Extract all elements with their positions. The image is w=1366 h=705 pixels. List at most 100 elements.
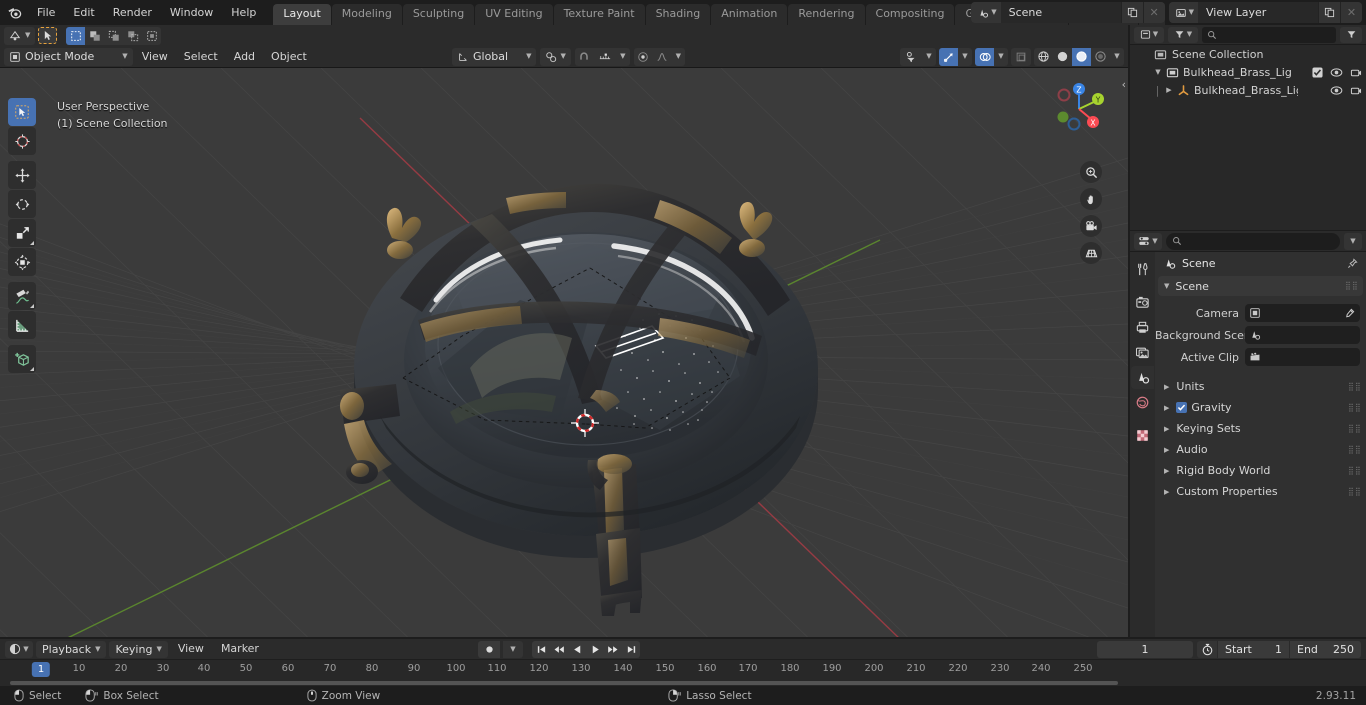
menu-file[interactable]: File (28, 3, 64, 22)
camera-field[interactable] (1245, 304, 1360, 322)
viewport-menu-select[interactable]: Select (177, 48, 225, 66)
proportional-editing-group[interactable]: ▼ (633, 47, 685, 66)
workspace-tab-texture-paint[interactable]: Texture Paint (553, 4, 645, 25)
blender-logo-icon[interactable] (0, 0, 28, 25)
chevron-down-icon[interactable]: ▼ (958, 48, 972, 66)
rendered-icon[interactable] (1091, 48, 1110, 66)
workspace-tab-uv-editing[interactable]: UV Editing (475, 4, 553, 25)
timeline-menu-view[interactable]: View (171, 640, 211, 658)
orthographic-grid-icon[interactable] (1080, 242, 1102, 264)
object-mode-selector[interactable]: Object Mode ▼ (4, 47, 133, 66)
camera-render-icon[interactable] (1350, 85, 1362, 96)
properties-tab-view-layer[interactable] (1131, 341, 1154, 364)
active-tool-indicator[interactable] (38, 27, 58, 44)
workspace-tab-layout[interactable]: Layout (273, 4, 331, 25)
properties-editor-type-icon[interactable]: ▼ (1134, 232, 1162, 250)
chevron-down-icon[interactable]: ▼ (672, 48, 685, 66)
section-units[interactable]: ▶ Units ⣿⣿ (1155, 376, 1366, 397)
chevron-down-icon[interactable]: ▼ (994, 48, 1008, 66)
timeline-menu-keying[interactable]: Keying ▼ (109, 640, 168, 658)
view-layer-icon[interactable]: ▼ (1168, 2, 1198, 23)
subtract-select-icon[interactable] (104, 27, 123, 45)
timeline-editor-type-icon[interactable]: ▼ (5, 640, 33, 658)
menu-window[interactable]: Window (161, 3, 222, 22)
properties-editor[interactable]: ▼ ▼ Scene ▼ Scene ⣿⣿ Camera Background S… (1130, 231, 1366, 637)
timeline-menu-marker[interactable]: Marker (214, 640, 266, 658)
outliner-display-mode[interactable]: ▼ (1134, 26, 1164, 43)
view-layer-name[interactable]: View Layer (1198, 2, 1318, 23)
menu-render[interactable]: Render (104, 3, 161, 22)
magnet-icon[interactable] (575, 48, 594, 66)
section-gravity[interactable]: ▶ Gravity ⣿⣿ (1155, 397, 1366, 418)
snap-group[interactable]: ▼ (574, 47, 630, 66)
section-rigid-body-world[interactable]: ▶ Rigid Body World ⣿⣿ (1155, 460, 1366, 481)
snap-target-selector[interactable]: ▼ (540, 47, 571, 66)
jump-to-start-icon[interactable] (532, 641, 550, 658)
outliner-editor[interactable]: ▼ ▼ Scene Collection ▼ Bulkhead_Brass_Li… (1130, 25, 1366, 230)
snap-increment-icon[interactable] (594, 48, 616, 66)
wireframe-icon[interactable] (1034, 48, 1053, 66)
play-icon[interactable] (586, 641, 604, 658)
properties-tab-world[interactable] (1131, 391, 1154, 414)
workspace-tab-modeling[interactable]: Modeling (331, 4, 402, 25)
gravity-checkbox[interactable] (1176, 402, 1188, 413)
properties-tab-scene[interactable] (1131, 366, 1154, 389)
sidebar-collapse-icon[interactable]: ‹ (1122, 78, 1126, 91)
record-icon[interactable] (478, 640, 500, 658)
editor-type-selector[interactable]: ▼ (4, 26, 36, 45)
section-keying-sets[interactable]: ▶ Keying Sets ⣿⣿ (1155, 418, 1366, 439)
scene-cone-icon[interactable]: ▼ (971, 2, 1001, 23)
properties-search-input[interactable] (1166, 232, 1340, 250)
jump-prev-keyframe-icon[interactable] (550, 641, 568, 658)
material-preview-icon[interactable] (1072, 47, 1091, 66)
timeline-menu-playback[interactable]: Playback ▼ (36, 640, 107, 658)
duplicate-icon[interactable] (1318, 2, 1340, 23)
object-type-visibility-group[interactable]: ▼ (900, 47, 936, 66)
zoom-icon[interactable] (1080, 161, 1102, 183)
annotate-tool[interactable] (8, 282, 36, 310)
timeline-scrollbar-thumb[interactable] (10, 681, 1118, 685)
timeline-editor[interactable]: ▼ Playback ▼ Keying ▼ View Marker ▼ 1 St… (0, 639, 1366, 686)
workspace-tab-compositing[interactable]: Compositing (865, 4, 955, 25)
3d-viewport[interactable]: ▼ Object Mode ▼ View Select Add Object G… (0, 25, 1128, 637)
expand-triangle-icon[interactable]: ▼ (1152, 68, 1164, 76)
use-preview-range-icon[interactable] (1197, 641, 1217, 658)
panel-header-scene[interactable]: ▼ Scene ⣿⣿ (1158, 276, 1363, 296)
eye-visibility-icon[interactable] (1330, 85, 1343, 96)
timeline-ruler[interactable]: 1 10 20 30 40 50 60 70 80 90 100 110 120… (0, 660, 1366, 681)
scene-name[interactable]: Scene (1000, 2, 1121, 23)
play-reverse-icon[interactable] (568, 641, 586, 658)
end-frame-field[interactable]: End 250 (1289, 640, 1361, 658)
section-custom-properties[interactable]: ▶ Custom Properties ⣿⣿ (1155, 481, 1366, 502)
properties-tab-render[interactable] (1131, 291, 1154, 314)
properties-options-menu[interactable]: ▼ (1344, 232, 1362, 250)
viewport-canvas[interactable] (0, 68, 1128, 637)
extend-select-icon[interactable] (85, 27, 104, 45)
section-audio[interactable]: ▶ Audio ⣿⣿ (1155, 439, 1366, 460)
transform-tool[interactable] (8, 248, 36, 276)
collection-checkbox[interactable] (1312, 66, 1323, 78)
camera-render-icon[interactable] (1350, 67, 1362, 78)
workspace-tab-shading[interactable]: Shading (645, 4, 711, 25)
measure-tool[interactable] (8, 311, 36, 339)
workspace-tab-sculpting[interactable]: Sculpting (402, 4, 475, 25)
filter-funnel-icon[interactable] (900, 48, 922, 66)
properties-tab-tool[interactable] (1131, 258, 1154, 281)
tweak-tool[interactable] (8, 98, 36, 126)
gizmo-group[interactable]: ▼ (939, 47, 972, 66)
start-frame-field[interactable]: Start 1 (1217, 640, 1289, 658)
cursor-tool[interactable] (8, 127, 36, 155)
workspace-tab-rendering[interactable]: Rendering (788, 4, 865, 25)
show-gizmo-icon[interactable] (939, 47, 958, 66)
menu-edit[interactable]: Edit (64, 3, 103, 22)
proportional-editing-icon[interactable] (634, 48, 653, 66)
navigation-gizmo[interactable]: Z Y X (1048, 78, 1110, 140)
unlink-x-icon[interactable]: ✕ (1142, 2, 1165, 23)
outliner-row-object[interactable]: | ▶ Bulkhead_Brass_Light_w (1130, 81, 1366, 99)
intersect-select-icon[interactable] (123, 27, 142, 45)
properties-tab-texture[interactable] (1131, 424, 1154, 447)
record-options-dropdown[interactable]: ▼ (503, 640, 523, 658)
duplicate-icon[interactable] (1120, 2, 1143, 23)
outliner-row-scene-collection[interactable]: Scene Collection (1130, 45, 1366, 63)
pan-hand-icon[interactable] (1080, 188, 1102, 210)
